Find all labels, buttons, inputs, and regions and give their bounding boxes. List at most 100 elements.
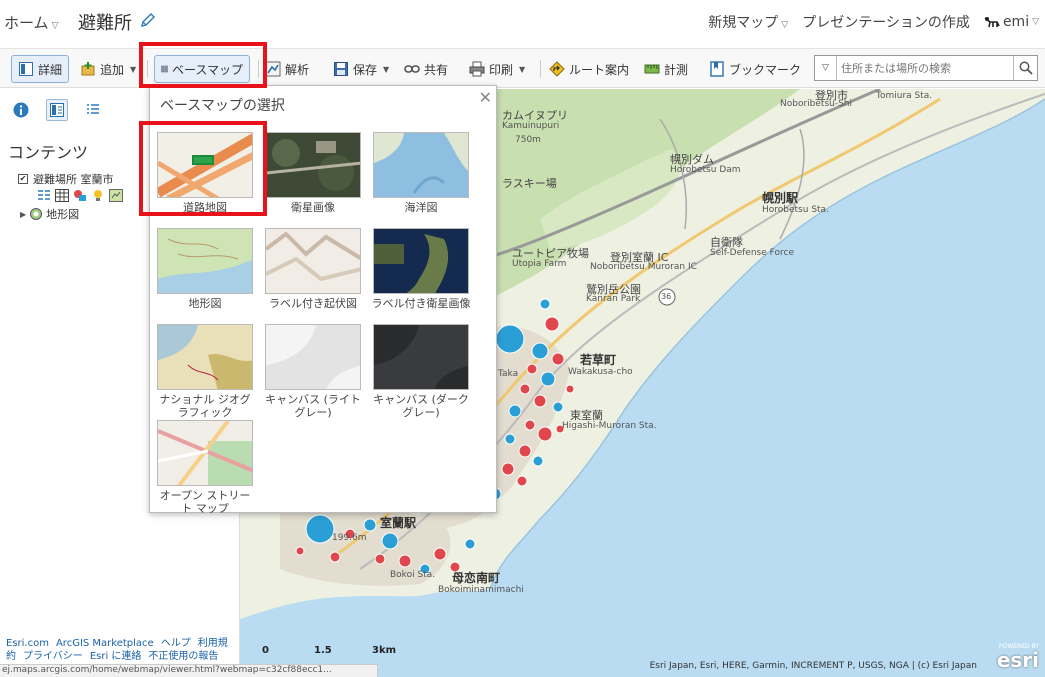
more-options-icon[interactable] xyxy=(109,187,123,202)
directions-button[interactable]: ルート案内 xyxy=(549,55,629,83)
layer-item[interactable]: ▶ 地形図 xyxy=(20,206,79,222)
tab-about[interactable] xyxy=(10,99,32,121)
route-number: 36 xyxy=(661,292,672,301)
add-button[interactable]: 追加 ▼ xyxy=(80,55,136,83)
basemap-label: オープン ストリート マップ xyxy=(159,489,251,515)
search-input[interactable] xyxy=(841,58,1009,78)
analysis-bulb-icon[interactable] xyxy=(91,187,105,201)
search-source-dropdown[interactable]: ▽ xyxy=(815,56,837,80)
basemap-option-osm[interactable]: オープン ストリート マップ xyxy=(155,420,255,515)
footer-link[interactable]: プライバシー xyxy=(23,651,83,662)
directions-icon xyxy=(549,61,565,77)
analysis-label: 解析 xyxy=(285,62,310,77)
footer-link[interactable]: Esri.com xyxy=(6,638,49,649)
footer-link[interactable]: ArcGIS Marketplace xyxy=(56,638,154,649)
map-label: Bokoiminamimachi xyxy=(438,585,524,595)
layer-name: 地形図 xyxy=(46,208,80,221)
expand-triangle-icon[interactable]: ▶ xyxy=(20,210,26,219)
new-map-menu[interactable]: 新規マップ ▽ xyxy=(708,12,788,32)
map-label: Wakakusa-cho xyxy=(568,367,633,377)
map-label: Noboribetsu Muroran IC xyxy=(590,262,697,272)
basemap-option-terrain-labels[interactable]: ラベル付き起伏図 xyxy=(263,228,363,310)
footer-links: Esri.com ArcGIS Marketplace ヘルプ 利用規約 プライバシー E… xyxy=(6,637,238,663)
header-right: 新規マップ ▽ プレゼンテーションの作成 emi ▽ xyxy=(708,12,1039,32)
chevron-down-icon: ▼ xyxy=(519,64,526,74)
map-label: 若草町 xyxy=(580,353,617,367)
tab-contents[interactable] xyxy=(46,99,68,121)
app-window: ホーム ▽ 避難所 新規マップ ▽ プレゼンテーションの作成 emi ▽ 詳細 追加 ▼ xyxy=(0,0,1045,677)
map-label: Self-Defense Force xyxy=(710,248,794,258)
chevron-down-icon: ▽ xyxy=(781,20,789,30)
basemap-label: 海洋図 xyxy=(404,201,438,214)
print-button[interactable]: 印刷 ▼ xyxy=(469,55,525,83)
scale-label: 1.5 xyxy=(314,645,332,656)
location-search: ▽ xyxy=(814,55,1038,81)
footer-link[interactable]: 不正使用の報告 xyxy=(148,651,218,662)
contents-icon xyxy=(50,103,64,117)
basemap-option-natgeo[interactable]: ナショナル ジオグラフィック xyxy=(155,324,255,419)
scale-label: 3km xyxy=(372,645,397,656)
highlight-basemap-button xyxy=(139,42,267,88)
share-button[interactable]: 共有 xyxy=(404,55,448,83)
save-button[interactable]: 保存 ▼ xyxy=(333,55,389,83)
analysis-button[interactable]: 解析 xyxy=(265,55,309,83)
close-icon[interactable]: ✕ xyxy=(479,88,492,107)
basemap-option-imagery-labels[interactable]: ラベル付き衛星画像 xyxy=(371,228,471,310)
map-label: Horobetsu Dam xyxy=(670,165,741,175)
tab-legend[interactable] xyxy=(82,99,104,121)
page-title: 避難所 xyxy=(78,13,132,34)
basemap-thumbnail xyxy=(265,132,361,198)
new-map-label: 新規マップ xyxy=(708,15,779,31)
attribute-table-icon[interactable] xyxy=(55,187,69,202)
measure-button[interactable]: 計測 xyxy=(644,55,688,83)
layer-visibility-checkbox[interactable]: ✔ xyxy=(18,174,28,184)
basemap-thumbnail xyxy=(265,324,361,390)
details-tabs xyxy=(10,99,104,121)
basemap-label: 衛星画像 xyxy=(291,201,335,214)
details-button[interactable]: 詳細 xyxy=(11,55,69,83)
search-button[interactable] xyxy=(1013,56,1037,80)
basemap-thumbnail xyxy=(157,420,253,486)
layer-item[interactable]: ✔ 避難場所 室蘭市 xyxy=(18,171,114,187)
layer-tools xyxy=(37,187,123,202)
change-style-icon[interactable] xyxy=(73,187,87,201)
edit-pencil-icon[interactable] xyxy=(140,12,156,28)
basemap-option-imagery[interactable]: 衛星画像 xyxy=(263,132,363,214)
directions-label: ルート案内 xyxy=(569,62,630,77)
map-label: Horobetsu Sta. xyxy=(762,205,829,215)
user-menu[interactable]: emi ▽ xyxy=(984,14,1039,30)
status-url-bar: ej.maps.arcgis.com/home/webmap/viewer.ht… xyxy=(0,664,378,677)
map-label: Utopia Farm xyxy=(512,259,567,269)
legend-list-icon xyxy=(87,104,99,114)
footer-link[interactable]: Esri に連絡 xyxy=(90,651,142,662)
show-legend-icon[interactable] xyxy=(37,187,51,200)
details-panel-icon xyxy=(18,62,33,76)
home-menu[interactable]: ホーム ▽ xyxy=(4,12,58,33)
search-icon xyxy=(1019,61,1033,75)
footer-link[interactable]: ヘルプ xyxy=(161,638,191,649)
save-label: 保存 xyxy=(353,62,378,77)
info-icon xyxy=(13,102,29,118)
toolbar-divider xyxy=(540,60,541,78)
basemap-thumbnail xyxy=(373,132,469,198)
map-label: Kamuinupuri xyxy=(502,121,560,131)
map-label: 室蘭駅 xyxy=(380,516,417,530)
chevron-down-icon: ▽ xyxy=(51,21,59,31)
basemap-option-oceans[interactable]: 海洋図 xyxy=(371,132,471,214)
basemap-option-light-gray[interactable]: キャンバス (ライト グレー) xyxy=(263,324,363,419)
bookmarks-button[interactable]: ブックマーク xyxy=(709,55,801,83)
analysis-icon xyxy=(265,61,281,77)
map-label: Tomiura Sta. xyxy=(876,91,933,101)
basemap-option-topographic[interactable]: 地形図 xyxy=(155,228,255,310)
basemap-label: キャンバス (ダーク グレー) xyxy=(373,393,469,419)
map-label: 母恋南町 xyxy=(452,571,501,585)
esri-logo: POWERED BY esri xyxy=(987,643,1039,673)
highlight-streets-option xyxy=(139,121,267,216)
esri-wordmark: esri xyxy=(996,648,1039,672)
basemap-option-dark-gray[interactable]: キャンバス (ダーク グレー) xyxy=(371,324,471,419)
create-presentation-link[interactable]: プレゼンテーションの作成 xyxy=(802,12,970,32)
basemap-label: キャンバス (ライト グレー) xyxy=(265,393,361,419)
map-label: Taka xyxy=(498,369,519,379)
chevron-down-icon: ▼ xyxy=(130,64,137,74)
map-label: 199.6m xyxy=(332,533,367,543)
